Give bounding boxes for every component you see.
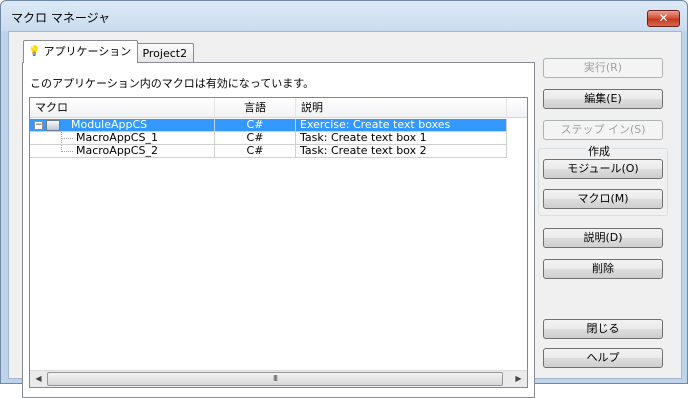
table-row[interactable]: MacroAppCS_1 C# Task: Create text box 1 [30, 132, 527, 145]
row-description: Task: Create text box 1 [296, 132, 507, 145]
column-header-filler [507, 98, 527, 118]
lightbulb-icon: 💡 [28, 46, 41, 57]
edit-button[interactable]: 編集(E) [543, 89, 663, 109]
step-in-button[interactable]: ステップ イン(S) [543, 120, 663, 140]
scroll-left-icon[interactable]: ◀ [30, 371, 47, 387]
tab-panel-application: このアプリケーション内のマクロは有効になっています。 マクロ 言語 説明 − M… [22, 62, 535, 398]
macros-enabled-text: このアプリケーション内のマクロは有効になっています。 [30, 77, 315, 90]
tab-application[interactable]: 💡 アプリケーション [23, 40, 139, 63]
close-window-button[interactable]: ✕ [647, 10, 680, 27]
help-button[interactable]: ヘルプ [543, 348, 663, 368]
row-name: MacroAppCS_1 [76, 132, 158, 144]
column-header-description[interactable]: 説明 [296, 98, 507, 118]
module-button[interactable]: モジュール(O) [543, 159, 663, 179]
list-header: マクロ 言語 説明 [30, 98, 527, 118]
row-description: Exercise: Create text boxes [296, 119, 507, 132]
macro-manager-window: マクロ マネージャ ✕ 💡 アプリケーション 💡 Project2 このアプリケ… [0, 0, 688, 398]
row-name: ModuleAppCS [71, 119, 148, 131]
window-title: マクロ マネージャ [11, 11, 110, 25]
run-button[interactable]: 実行(R) [543, 58, 663, 78]
tree-line [61, 151, 73, 152]
scroll-right-icon[interactable]: ▶ [510, 371, 527, 387]
close-icon: ✕ [658, 11, 669, 25]
column-header-language[interactable]: 言語 [215, 98, 296, 118]
tab-application-label: アプリケーション [43, 45, 132, 58]
row-description: Task: Create text box 2 [296, 145, 507, 158]
module-icon [46, 120, 60, 131]
description-button[interactable]: 説明(D) [543, 228, 663, 248]
horizontal-scrollbar[interactable]: ◀ III ▶ [30, 370, 527, 387]
table-row[interactable]: − ModuleAppCS C# Exercise: Create text b… [30, 119, 527, 132]
collapse-icon[interactable]: − [34, 121, 43, 130]
tree-line [61, 138, 73, 139]
row-language: C# [215, 145, 296, 158]
table-row[interactable]: MacroAppCS_2 C# Task: Create text box 2 [30, 145, 527, 158]
row-name-cell: MacroAppCS_2 [30, 145, 215, 158]
row-language: C# [215, 119, 296, 132]
close-button[interactable]: 閉じる [543, 319, 663, 339]
delete-button[interactable]: 削除 [543, 259, 663, 279]
tab-project2-label: Project2 [142, 46, 188, 60]
column-header-macro[interactable]: マクロ [30, 98, 215, 118]
row-name-cell: MacroAppCS_1 [30, 132, 215, 145]
create-group-label: 作成 [586, 143, 612, 159]
row-name: MacroAppCS_2 [76, 145, 158, 157]
row-name-cell: − ModuleAppCS [30, 119, 215, 132]
row-language: C# [215, 132, 296, 145]
macro-list[interactable]: マクロ 言語 説明 − ModuleAppCS C# Exercise: Cre… [29, 97, 528, 388]
macro-button[interactable]: マクロ(M) [543, 189, 663, 209]
